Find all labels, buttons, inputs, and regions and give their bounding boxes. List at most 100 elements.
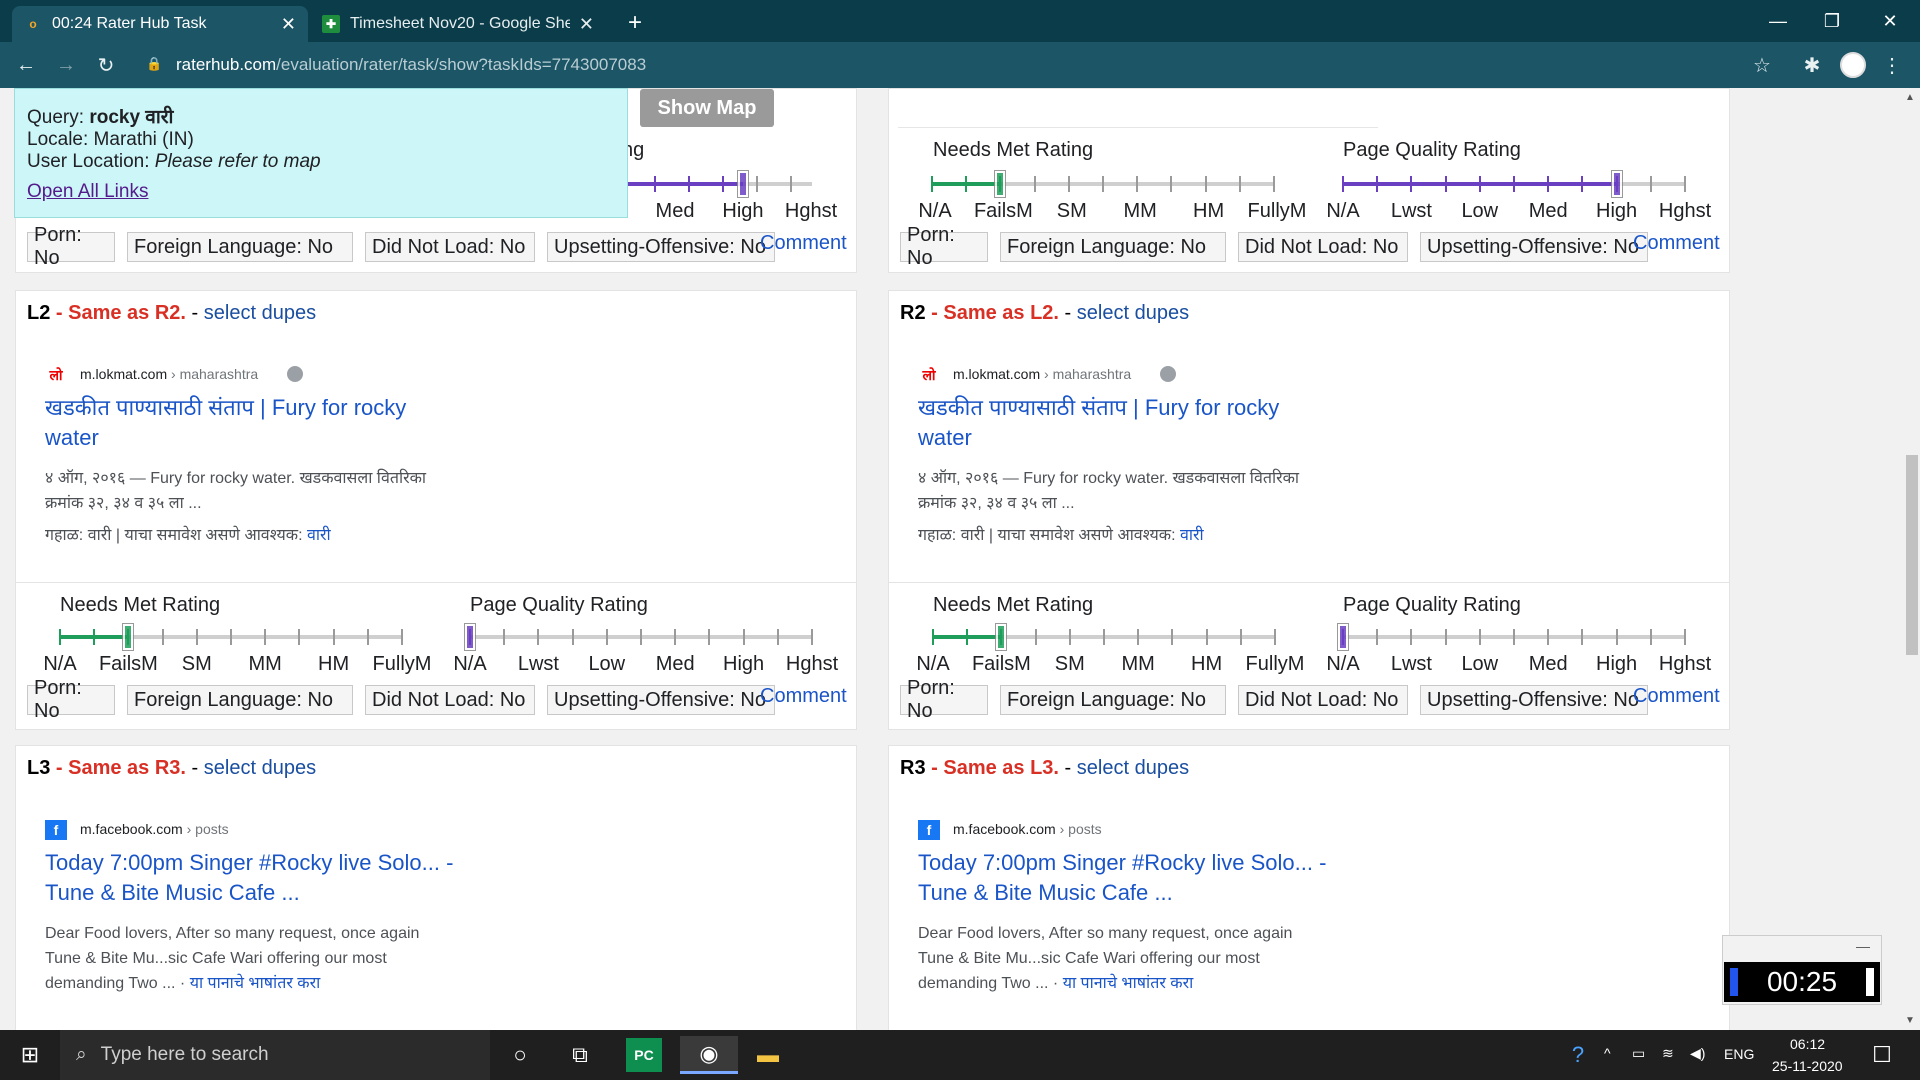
- l1-page-quality-slider[interactable]: [620, 170, 812, 198]
- scale-label: Lwst: [1390, 200, 1432, 222]
- profile-avatar[interactable]: [1840, 52, 1866, 78]
- result-title-line1[interactable]: खडकीत पाण्यासाठी संताप | Fury for rocky: [45, 393, 406, 423]
- wifi-icon[interactable]: ≋: [1662, 1045, 1674, 1062]
- scrollbar-thumb[interactable]: [1906, 455, 1918, 655]
- back-icon[interactable]: ←: [10, 49, 42, 81]
- info-icon[interactable]: [287, 366, 303, 382]
- restore-window-icon[interactable]: ❐: [1806, 0, 1858, 42]
- battery-icon[interactable]: ▭: [1632, 1045, 1645, 1062]
- page-quality-slider[interactable]: [465, 623, 813, 651]
- result-title-line2[interactable]: Tune & Bite Music Cafe ...: [918, 878, 1173, 908]
- r1-needs-met-slider[interactable]: [931, 170, 1275, 198]
- slider-thumb[interactable]: [465, 624, 475, 650]
- flag-did-not-load[interactable]: Did Not Load: No: [365, 685, 535, 715]
- flag-upsetting-offensive[interactable]: Upsetting-Offensive: No: [547, 685, 775, 715]
- comment-link[interactable]: Comment: [760, 232, 847, 255]
- clock-time[interactable]: 06:12: [1790, 1036, 1825, 1052]
- google-sheets-favicon: ✚: [322, 15, 340, 33]
- result-id: L2: [27, 302, 51, 324]
- slider-tick: [640, 629, 642, 645]
- task-view-icon[interactable]: ⧉: [558, 1036, 602, 1074]
- slider-thumb[interactable]: [123, 624, 134, 650]
- needs-met-slider[interactable]: [932, 623, 1276, 651]
- page-quality-slider[interactable]: [1338, 623, 1686, 651]
- flag-foreign-language[interactable]: Foreign Language: No: [1000, 232, 1226, 262]
- show-map-button[interactable]: Show Map: [640, 89, 774, 127]
- result-snippet-line1: Dear Food lovers, After so many request,…: [918, 925, 1293, 942]
- slider-tick: [1649, 176, 1652, 192]
- result-title-line2[interactable]: water: [45, 423, 99, 453]
- forward-icon[interactable]: →: [50, 49, 82, 81]
- select-dupes-link[interactable]: select dupes: [1077, 757, 1189, 779]
- tray-chevron-icon[interactable]: ^: [1604, 1045, 1611, 1061]
- select-dupes-link[interactable]: select dupes: [204, 302, 316, 324]
- cortana-icon[interactable]: ○: [498, 1036, 542, 1074]
- flag-foreign-language[interactable]: Foreign Language: No: [1000, 685, 1226, 715]
- tab-timesheet[interactable]: ✚ Timesheet Nov20 - Google Sheet ✕: [310, 6, 606, 42]
- result-title-line1[interactable]: खडकीत पाण्यासाठी संताप | Fury for rocky: [918, 393, 1279, 423]
- translate-link[interactable]: या पानाचे भाषांतर करा: [190, 975, 321, 992]
- comment-link[interactable]: Comment: [760, 685, 847, 708]
- new-tab-icon[interactable]: +: [620, 8, 650, 38]
- reload-icon[interactable]: ↻: [90, 49, 122, 81]
- chrome-icon[interactable]: ◉: [680, 1036, 738, 1074]
- missing-term-link[interactable]: वारी: [307, 527, 331, 544]
- missing-term-link[interactable]: वारी: [1180, 527, 1204, 544]
- flag-foreign-language[interactable]: Foreign Language: No: [127, 232, 353, 262]
- close-tab-icon[interactable]: ✕: [579, 14, 594, 35]
- file-explorer-icon[interactable]: ▬: [746, 1036, 790, 1074]
- result-title-line2[interactable]: water: [918, 423, 972, 453]
- close-window-icon[interactable]: ✕: [1864, 0, 1916, 42]
- flag-did-not-load[interactable]: Did Not Load: No: [1238, 232, 1408, 262]
- flag-foreign-language[interactable]: Foreign Language: No: [127, 685, 353, 715]
- flag-porn[interactable]: Porn: No: [900, 224, 988, 269]
- timer-minimize-button[interactable]: —: [1856, 938, 1870, 954]
- open-all-links[interactable]: Open All Links: [27, 181, 148, 202]
- flag-upsetting-offensive[interactable]: Upsetting-Offensive: No: [1420, 685, 1648, 715]
- volume-icon[interactable]: ◀): [1690, 1045, 1705, 1062]
- windows-start-icon[interactable]: ⊞: [8, 1036, 52, 1074]
- clock-date[interactable]: 25-11-2020: [1772, 1058, 1843, 1074]
- minimize-window-icon[interactable]: —: [1752, 0, 1804, 42]
- taskbar-search[interactable]: ⌕ Type here to search: [60, 1030, 490, 1080]
- flag-upsetting-offensive[interactable]: Upsetting-Offensive: No: [547, 232, 775, 262]
- close-tab-icon[interactable]: ✕: [281, 14, 296, 35]
- pycharm-icon[interactable]: PC: [626, 1038, 662, 1072]
- extensions-icon[interactable]: ✱: [1796, 49, 1828, 81]
- same-as-label: - Same as R3.: [55, 757, 186, 779]
- slider-thumb[interactable]: [995, 171, 1006, 197]
- same-as-label: - Same as L2.: [931, 302, 1059, 324]
- language-indicator[interactable]: ENG: [1724, 1046, 1754, 1062]
- slider-tick: [776, 629, 779, 645]
- select-dupes-link[interactable]: select dupes: [204, 757, 316, 779]
- slider-thumb[interactable]: [1611, 171, 1622, 197]
- url-field[interactable]: raterhub.com/evaluation/rater/task/show?…: [176, 49, 1676, 81]
- bookmark-star-icon[interactable]: ☆: [1746, 49, 1778, 81]
- notifications-icon[interactable]: ☐: [1860, 1036, 1904, 1074]
- comment-link[interactable]: Comment: [1633, 685, 1720, 708]
- comment-link[interactable]: Comment: [1633, 232, 1720, 255]
- scroll-down-icon[interactable]: ▼: [1905, 1015, 1915, 1026]
- needs-met-slider[interactable]: [59, 623, 403, 651]
- tab-rater-hub[interactable]: o 00:24 Rater Hub Task ✕: [12, 6, 308, 42]
- select-dupes-link[interactable]: select dupes: [1077, 302, 1189, 324]
- flag-upsetting-offensive[interactable]: Upsetting-Offensive: No: [1420, 232, 1648, 262]
- slider-thumb[interactable]: [1338, 624, 1348, 650]
- slider-thumb[interactable]: [738, 171, 748, 197]
- flag-did-not-load[interactable]: Did Not Load: No: [365, 232, 535, 262]
- result-title-line1[interactable]: Today 7:00pm Singer #Rocky live Solo... …: [918, 848, 1326, 878]
- flag-porn[interactable]: Porn: No: [27, 677, 115, 722]
- scroll-up-icon[interactable]: ▲: [1905, 92, 1915, 103]
- result-title-line1[interactable]: Today 7:00pm Singer #Rocky live Solo... …: [45, 848, 453, 878]
- flag-porn[interactable]: Porn: No: [900, 677, 988, 722]
- info-icon[interactable]: [1160, 366, 1176, 382]
- help-icon[interactable]: ?: [1556, 1036, 1600, 1074]
- translate-link[interactable]: या पानाचे भाषांतर करा: [1063, 975, 1194, 992]
- r1-page-quality-slider[interactable]: [1342, 170, 1686, 198]
- result-header: L2 - Same as R2. - select dupes: [27, 302, 316, 325]
- flag-did-not-load[interactable]: Did Not Load: No: [1238, 685, 1408, 715]
- result-title-line2[interactable]: Tune & Bite Music Cafe ...: [45, 878, 300, 908]
- flag-porn[interactable]: Porn: No: [27, 224, 115, 269]
- slider-thumb[interactable]: [996, 624, 1007, 650]
- browser-menu-icon[interactable]: ⋮: [1876, 49, 1908, 81]
